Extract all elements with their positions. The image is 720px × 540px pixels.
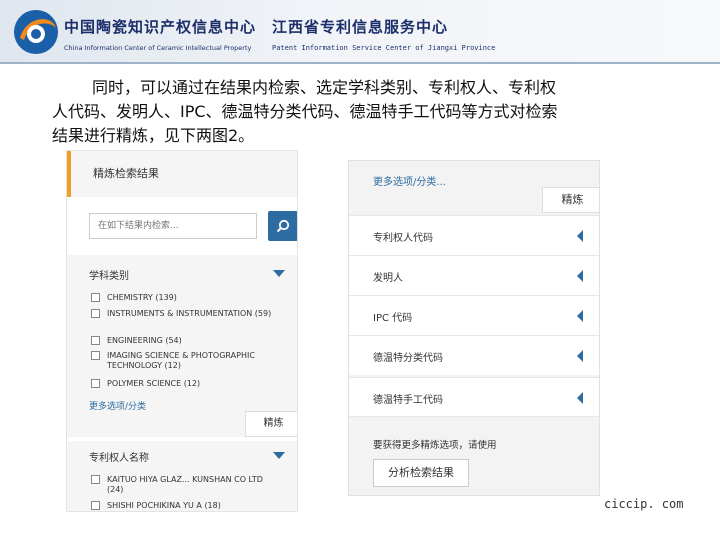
chevron-left-icon: [577, 350, 583, 362]
search-within-input[interactable]: [89, 213, 257, 239]
list-item: KAITUO HIYA GLAZ... KUNSHAN CO LTD (24): [91, 475, 291, 495]
option-row-assignee-code[interactable]: 专利权人代码: [349, 215, 599, 255]
checkbox[interactable]: [91, 293, 100, 302]
checkbox[interactable]: [91, 501, 100, 510]
option-row-derwent-manual[interactable]: 德温特手工代码: [349, 377, 599, 417]
checkbox[interactable]: [91, 475, 100, 484]
para-line-2: 人代码、发明人、IPC、德温特分类代码、德温特手工代码等方式对检索: [52, 102, 558, 121]
option-row-ipc[interactable]: IPC 代码: [349, 295, 599, 335]
checkbox[interactable]: [91, 379, 100, 388]
list-item: POLYMER SCIENCE (12): [91, 379, 291, 389]
analyze-results-button[interactable]: 分析检索结果: [373, 459, 469, 487]
refine-button[interactable]: 精炼: [245, 411, 297, 437]
refine-button[interactable]: 精炼: [542, 187, 599, 213]
chevron-down-icon[interactable]: [273, 270, 285, 277]
header-banner: 中国陶瓷知识产权信息中心 China Information Center of…: [0, 0, 720, 62]
option-row-inventor[interactable]: 发明人: [349, 255, 599, 295]
org1-name-cn: 中国陶瓷知识产权信息中心: [64, 18, 257, 36]
more-options-link[interactable]: 更多选项/分类...: [373, 173, 446, 188]
checkbox[interactable]: [91, 336, 100, 345]
header-divider: [0, 62, 720, 64]
para-line-3: 结果进行精炼，见下两图2。: [52, 126, 255, 145]
list-item: INSTRUMENTS & INSTRUMENTATION (59): [91, 309, 291, 319]
logo-icon: [14, 10, 58, 54]
org2-name-cn: 江西省专利信息服务中心: [272, 18, 449, 36]
list-item: CHEMISTRY (139): [91, 293, 291, 303]
para-line-1: 同时，可以通过在结果内检索、选定学科类别、专利权人、专利权: [92, 78, 557, 97]
footer-url: ciccip. com: [604, 497, 684, 511]
search-icon: [276, 219, 290, 233]
subject-category-title: 学科类别: [89, 271, 129, 282]
chevron-left-icon: [577, 270, 583, 282]
list-item: SHISHI POCHIKINA YU A (18): [91, 501, 291, 511]
org1-name-en: China Information Center of Ceramic Inte…: [64, 44, 252, 52]
chevron-down-icon[interactable]: [273, 452, 285, 459]
chevron-left-icon: [577, 310, 583, 322]
org2-name-en: Patent Information Service Center of Jia…: [272, 44, 496, 52]
list-item: ENGINEERING (54): [91, 336, 291, 346]
more-options-panel: 更多选项/分类... 精炼 专利权人代码 发明人 IPC 代码 德温特分类代码 …: [348, 160, 600, 496]
checkbox[interactable]: [91, 351, 100, 360]
analyze-note: 要获得更多精炼选项，请使用: [373, 440, 497, 451]
refine-panel: 精炼检索结果 学科类别 CHEMISTRY (139) INSTRUMENTS …: [66, 150, 298, 512]
chevron-left-icon: [577, 392, 583, 404]
refine-panel-header: 精炼检索结果: [67, 151, 297, 197]
checkbox[interactable]: [91, 309, 100, 318]
assignee-section: 专利权人名称 KAITUO HIYA GLAZ... KUNSHAN CO LT…: [67, 441, 297, 511]
search-button[interactable]: [268, 211, 297, 241]
option-row-derwent-class[interactable]: 德温特分类代码: [349, 335, 599, 375]
list-item: IMAGING SCIENCE & PHOTOGRAPHIC TECHNOLOG…: [91, 351, 291, 371]
body-paragraph: 同时，可以通过在结果内检索、选定学科类别、专利权人、专利权 人代码、发明人、IP…: [52, 76, 692, 148]
more-options-link[interactable]: 更多选项/分类: [89, 399, 146, 412]
assignee-title: 专利权人名称: [89, 453, 149, 464]
refine-panel-title: 精炼检索结果: [93, 167, 159, 180]
chevron-left-icon: [577, 230, 583, 242]
